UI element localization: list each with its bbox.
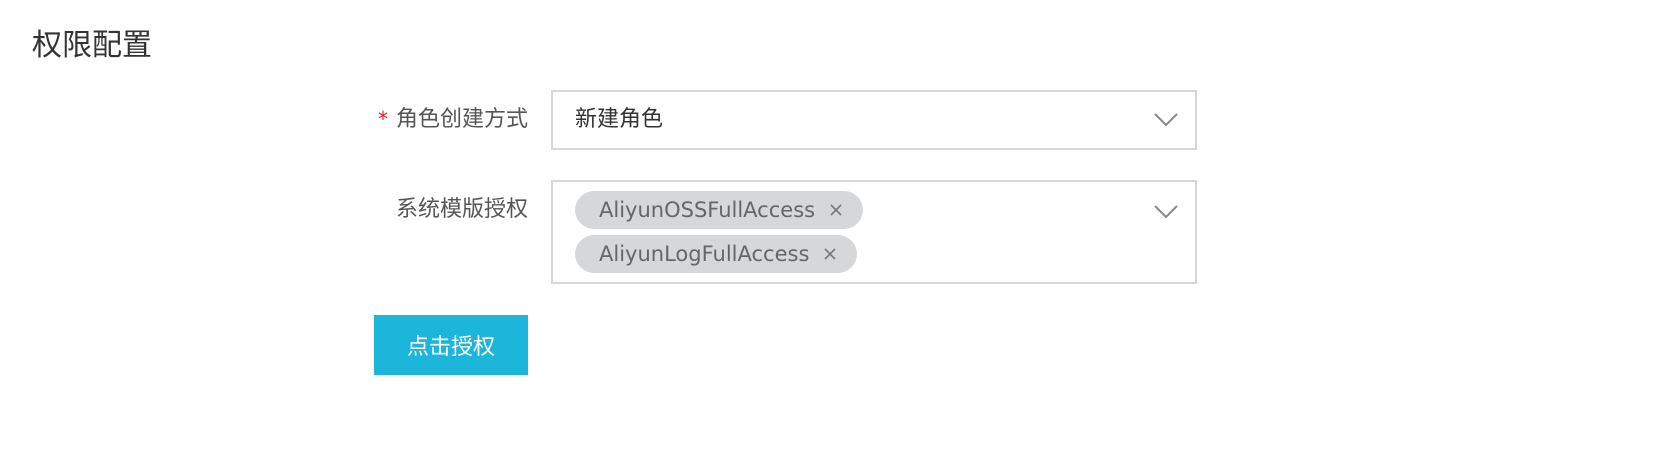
policy-tag-label: AliyunOSSFullAccess <box>599 198 816 222</box>
policy-tag-label: AliyunLogFullAccess <box>599 242 810 266</box>
system-policies-label-text: 系统模版授权 <box>395 197 528 222</box>
system-policies-label: 系统模版授权 <box>328 195 528 225</box>
policy-tag-log: AliyunLogFullAccess <box>575 235 858 273</box>
chevron-down-icon[interactable] <box>1153 204 1179 220</box>
selected-tags: AliyunOSSFullAccess AliyunLogFullAccess <box>575 191 864 279</box>
system-policies-select[interactable]: AliyunOSSFullAccess AliyunLogFullAccess <box>551 180 1197 284</box>
close-icon[interactable] <box>823 247 837 261</box>
role-method-label: * 角色创建方式 <box>328 104 528 135</box>
policy-tag-oss: AliyunOSSFullAccess <box>575 191 864 229</box>
required-mark: * <box>377 107 388 131</box>
role-method-select[interactable]: 新建角色 <box>551 90 1197 150</box>
authorize-button[interactable]: 点击授权 <box>374 315 528 375</box>
permission-config-page: 权限配置 * 角色创建方式 新建角色 系统模版授权 AliyunOSSFullAc… <box>0 0 1668 460</box>
close-icon[interactable] <box>829 203 843 217</box>
role-method-selected-value: 新建角色 <box>575 107 664 132</box>
chevron-down-icon[interactable] <box>1153 112 1179 128</box>
section-title: 权限配置 <box>32 28 152 63</box>
role-method-label-text: 角色创建方式 <box>395 107 528 132</box>
